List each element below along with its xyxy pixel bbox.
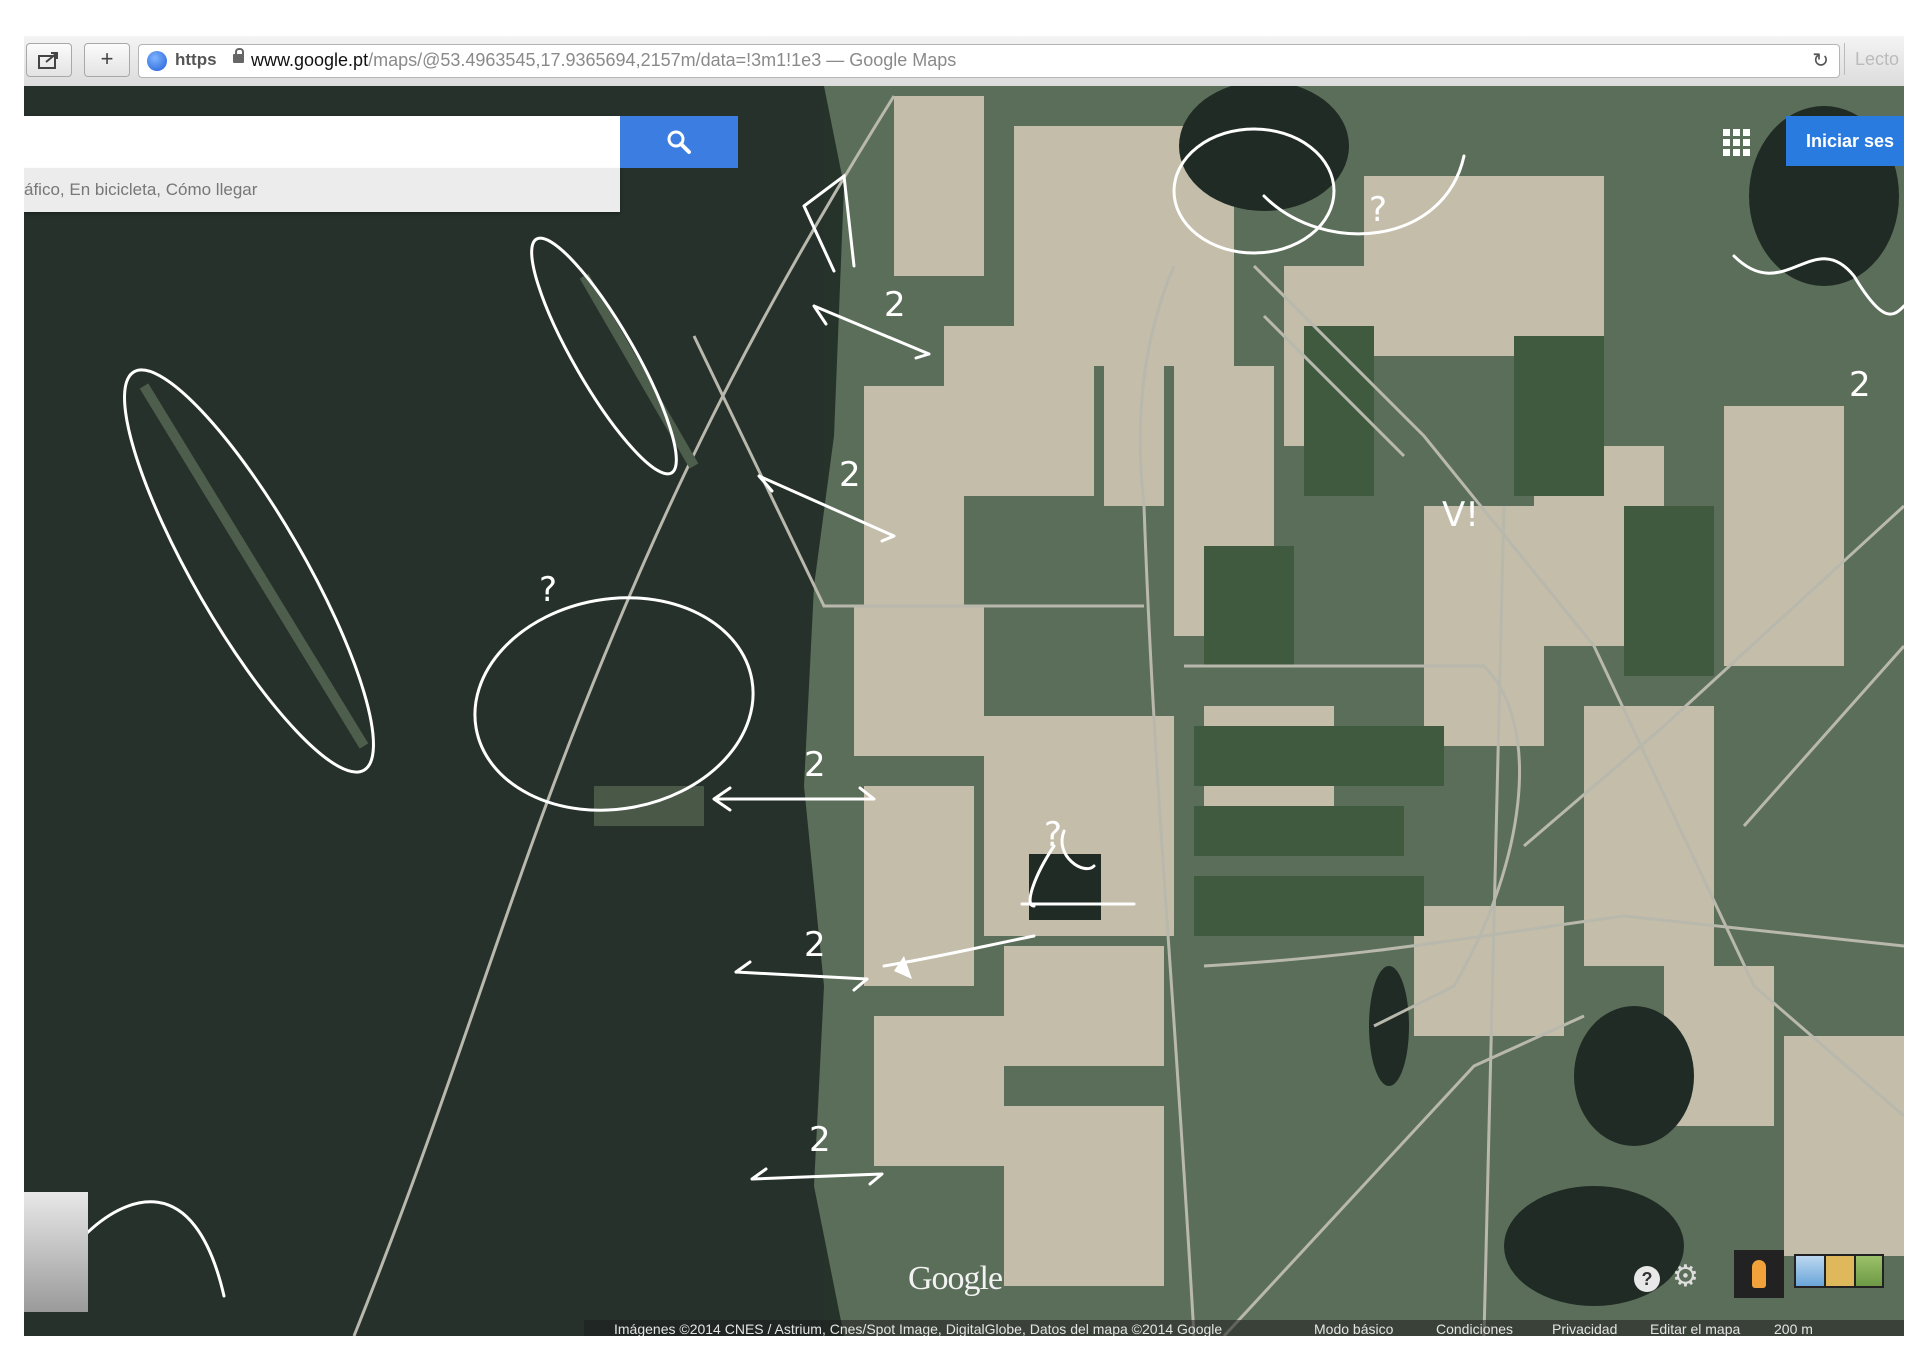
- earth-view-thumbnail[interactable]: [24, 1192, 88, 1312]
- url-path: /maps/@53.4963545,17.9365694,2157m/data=…: [368, 50, 957, 70]
- sign-in-button[interactable]: Iniciar ses: [1786, 116, 1904, 166]
- annotation-mark: 2: [804, 925, 826, 965]
- map-footer: Imágenes ©2014 CNES / Astrium, Cnes/Spot…: [584, 1320, 1904, 1336]
- edit-map-link[interactable]: Editar el mapa: [1650, 1320, 1740, 1336]
- apps-grid-icon[interactable]: [1722, 128, 1750, 156]
- globe-icon: [147, 51, 167, 71]
- privacy-link[interactable]: Privacidad: [1552, 1320, 1617, 1336]
- url-scheme: https: [175, 50, 217, 69]
- search-button[interactable]: [620, 116, 738, 168]
- attribution-text: Imágenes ©2014 CNES / Astrium, Cnes/Spot…: [614, 1321, 1223, 1336]
- google-logo: Google: [908, 1260, 1003, 1297]
- browser-toolbar: + https www.google.pt/maps/@53.4963545,1…: [24, 36, 1904, 87]
- earth-layer-thumb[interactable]: [1854, 1254, 1884, 1288]
- url-host: www.google.pt: [251, 50, 369, 70]
- address-bar[interactable]: https www.google.pt/maps/@53.4963545,17.…: [138, 44, 1840, 78]
- directions-bar[interactable]: áfico, En bicicleta, Cómo llegar: [24, 168, 620, 212]
- search-input[interactable]: [24, 116, 620, 168]
- search-icon: [667, 130, 691, 154]
- share-icon: [38, 52, 58, 69]
- terrain-layer-thumb[interactable]: [1824, 1254, 1858, 1288]
- map-layer-thumb[interactable]: [1794, 1254, 1828, 1288]
- reader-button[interactable]: Lecto: [1844, 43, 1904, 75]
- browser-window: + https www.google.pt/maps/@53.4963545,1…: [24, 36, 1904, 1336]
- pegman-icon[interactable]: [1734, 1250, 1784, 1298]
- annotation-mark: 2: [1849, 365, 1871, 405]
- annotation-mark: 2: [804, 745, 826, 785]
- annotation-mark: ?: [539, 570, 557, 610]
- gear-icon[interactable]: ⚙: [1672, 1262, 1699, 1292]
- annotation-mark: V!: [1442, 495, 1479, 535]
- add-tab-button[interactable]: +: [84, 43, 130, 77]
- annotation-mark: 2: [884, 285, 906, 325]
- help-icon[interactable]: ?: [1634, 1266, 1660, 1292]
- annotation-mark: ?: [1044, 815, 1062, 855]
- lock-icon: [233, 48, 244, 63]
- satellite-imagery: ? 2 2 2 2 2 ? V! ? 2: [24, 86, 1904, 1336]
- url-text: www.google.pt/maps/@53.4963545,17.936569…: [251, 50, 956, 71]
- basic-mode-link[interactable]: Modo básico: [1314, 1320, 1393, 1336]
- plus-icon: +: [100, 46, 114, 71]
- reload-icon[interactable]: ↻: [1812, 48, 1829, 73]
- annotation-mark: 2: [809, 1120, 831, 1160]
- share-button[interactable]: [26, 43, 72, 77]
- annotation-mark: ?: [1369, 190, 1387, 230]
- terms-link[interactable]: Condiciones: [1436, 1320, 1513, 1336]
- satellite-map[interactable]: ? 2 2 2 2 2 ? V! ? 2 áfico, En bicicleta…: [24, 86, 1904, 1336]
- scale-label: 200 m: [1774, 1321, 1813, 1336]
- annotation-mark: 2: [839, 455, 861, 495]
